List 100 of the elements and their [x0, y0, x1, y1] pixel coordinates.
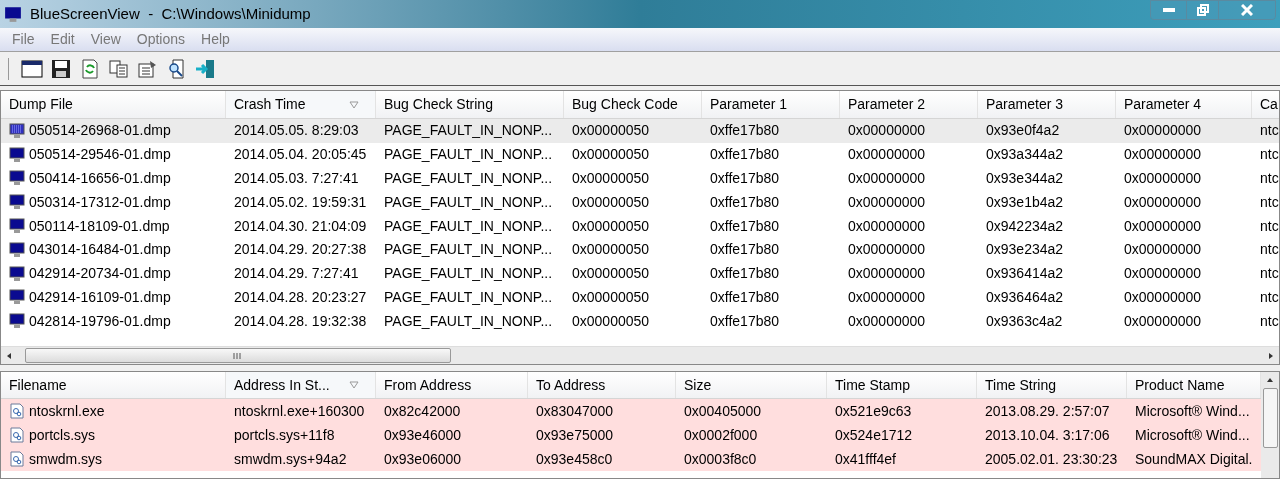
- close-button[interactable]: [1219, 1, 1275, 19]
- column-header[interactable]: Parameter 1: [702, 91, 840, 118]
- table-cell-text: 2013.08.29. 2:57:07: [985, 401, 1110, 421]
- table-cell-text: PAGE_FAULT_IN_NONP...: [384, 311, 553, 331]
- column-header[interactable]: Size: [676, 372, 827, 398]
- column-header[interactable]: Parameter 3: [978, 91, 1116, 118]
- window-icon[interactable]: [21, 58, 43, 79]
- driver-file-icon: [9, 427, 25, 443]
- menu-item[interactable]: View: [82, 29, 129, 50]
- table-cell-text: ntc: [1260, 264, 1279, 284]
- table-cell-text: 2014.05.05. 8:29:03: [234, 121, 359, 141]
- table-cell-text: PAGE_FAULT_IN_NONP...: [384, 287, 553, 307]
- table-cell-text: 0x00000050: [572, 169, 650, 188]
- table-cell-text: 050114-18109-01.dmp: [29, 216, 170, 236]
- monitor-icon: [9, 313, 25, 330]
- table-cell-text: ntoskrnl.exe: [29, 401, 105, 421]
- table-cell-text: 0x00000000: [1124, 264, 1202, 284]
- column-header[interactable]: Bug Check Code: [564, 91, 702, 118]
- table-cell-text: 0xffe17b80: [710, 287, 780, 307]
- table-cell-text: 0xffe17b80: [710, 216, 780, 236]
- table-cell-text: 0x00000050: [572, 145, 650, 165]
- table-cell-text: 2014.05.02. 19:59:31: [234, 192, 367, 212]
- table-cell-text: ntc: [1260, 216, 1279, 236]
- table-cell-text: PAGE_FAULT_IN_NONP...: [384, 145, 553, 165]
- table-cell-text: 0x00000000: [848, 169, 926, 188]
- table-cell-text: 0x93a344a2: [986, 145, 1064, 165]
- driver-row[interactable]: smwdm.sys smwdm.sys+94a2 0x93e06000 0x93e458c0 0x0003f8c0 0x41fff4ef 2005.02.01. 23:30:23 SoundMAX Digital.: [1, 447, 1261, 471]
- table-cell-text: 0x0002f000: [684, 425, 758, 445]
- table-cell-text: 0x0003f8c0: [684, 449, 757, 469]
- monitor-icon: [9, 289, 25, 306]
- table-cell-text: 2014.04.28. 20:23:27: [234, 287, 367, 307]
- table-cell-text: 0x00000000: [1124, 216, 1202, 236]
- column-header[interactable]: Time Stamp: [827, 372, 977, 398]
- table-cell-text: PAGE_FAULT_IN_NONP...: [384, 121, 553, 141]
- table-cell-text: 0x93e75000: [536, 425, 614, 445]
- table-cell-text: ntc: [1260, 240, 1279, 260]
- menu-item[interactable]: Help: [193, 29, 238, 50]
- table-cell-text: 0x524e1712: [835, 425, 913, 445]
- restore-button[interactable]: [1187, 1, 1219, 19]
- table-cell-text: 050514-26968-01.dmp: [29, 121, 171, 141]
- table-cell-text: 0xffe17b80: [710, 264, 780, 284]
- column-header[interactable]: Address In St...: [226, 372, 376, 398]
- column-header[interactable]: Crash Time: [226, 91, 376, 118]
- table-cell-text: 0x00000050: [572, 240, 650, 260]
- exit-icon[interactable]: [195, 58, 217, 79]
- table-cell-text: 0x00000000: [848, 192, 926, 212]
- column-header[interactable]: Parameter 2: [840, 91, 978, 118]
- driver-row[interactable]: portcls.sys portcls.sys+11f8 0x93e46000 0x93e75000 0x0002f000 0x524e1712 2013.10.04. 3:17:06 Microsoft® Wind...: [1, 423, 1261, 447]
- table-cell-text: 0x93e458c0: [536, 449, 613, 469]
- driver-row[interactable]: ntoskrnl.exe ntoskrnl.exe+160300 0x82c42000 0x83047000 0x00405000 0x521e9c63 2013.08.29. 2:57:07 Microsoft® Wind...: [1, 399, 1261, 423]
- table-cell-text: 0x00000050: [572, 121, 650, 141]
- table-cell-text: ntc: [1260, 121, 1279, 141]
- table-cell-text: 050314-17312-01.dmp: [29, 192, 171, 212]
- monitor-icon: [9, 122, 25, 139]
- table-cell-text: ntoskrnl.exe+160300: [234, 401, 365, 421]
- table-cell-text: 0x936414a2: [986, 264, 1064, 284]
- sort-arrow-icon: [349, 381, 359, 389]
- minimize-button[interactable]: [1151, 1, 1187, 19]
- monitor-icon: [9, 194, 25, 211]
- table-cell-text: 0x00000000: [848, 264, 926, 284]
- table-cell-text: 2014.05.04. 20:05:45: [234, 145, 367, 165]
- sort-arrow-icon: [349, 100, 359, 109]
- menu-item[interactable]: Edit: [42, 29, 83, 50]
- driver-file-icon: [9, 451, 25, 467]
- column-header[interactable]: From Address: [376, 372, 528, 398]
- dump-row[interactable]: 050514-26968-01.dmp 2014.05.05. 8:29:03 PAGE_FAULT_IN_NONP... 0x00000050 0xffe17b80 0x00000000 0x93e0f4a2 0x00000000 ntc: [1, 119, 1279, 143]
- vertical-scrollbar[interactable]: [1261, 372, 1279, 478]
- table-cell-text: 0x00000000: [1124, 287, 1202, 307]
- restore-icon: [1196, 4, 1209, 16]
- table-cell-text: 0x00000050: [572, 264, 650, 284]
- column-header[interactable]: To Address: [528, 372, 676, 398]
- table-cell-text: 2014.04.29. 7:27:41: [234, 264, 359, 284]
- table-cell-text: 0x00000000: [848, 287, 926, 307]
- column-header[interactable]: Ca: [1252, 91, 1280, 118]
- table-cell-text: 042914-20734-01.dmp: [29, 264, 171, 284]
- column-header[interactable]: Time String: [977, 372, 1127, 398]
- scrollbar-thumb[interactable]: [25, 348, 451, 363]
- table-cell-text: 0x00000000: [1124, 240, 1202, 260]
- table-cell-text: 0x93e46000: [384, 425, 462, 445]
- driver-file-icon: [9, 403, 25, 419]
- table-cell-text: 0x00000000: [1124, 311, 1202, 331]
- table-cell-text: 0xffe17b80: [710, 240, 780, 260]
- table-cell-text: 2013.10.04. 3:17:06: [985, 425, 1110, 445]
- table-cell-text: 0x00000000: [1124, 192, 1202, 212]
- column-header[interactable]: Parameter 4: [1116, 91, 1252, 118]
- table-cell-text: PAGE_FAULT_IN_NONP...: [384, 216, 553, 236]
- table-cell-text: 0xffe17b80: [710, 145, 780, 165]
- table-cell-text: PAGE_FAULT_IN_NONP...: [384, 169, 553, 188]
- copy-icon[interactable]: [108, 58, 130, 79]
- refresh-icon[interactable]: [79, 58, 101, 79]
- column-header[interactable]: Bug Check String: [376, 91, 564, 118]
- table-cell-text: portcls.sys+11f8: [234, 425, 335, 445]
- table-cell-text: 0x00000000: [848, 121, 926, 141]
- save-icon[interactable]: [50, 58, 72, 79]
- menu-item[interactable]: Options: [128, 29, 194, 50]
- menu-item[interactable]: File: [4, 29, 43, 50]
- table-cell-text: 0x00000050: [572, 216, 650, 236]
- table-cell-text: 0x00000050: [572, 192, 650, 212]
- grip-icon: [233, 352, 243, 359]
- table-cell-text: 0x00000000: [848, 145, 926, 165]
